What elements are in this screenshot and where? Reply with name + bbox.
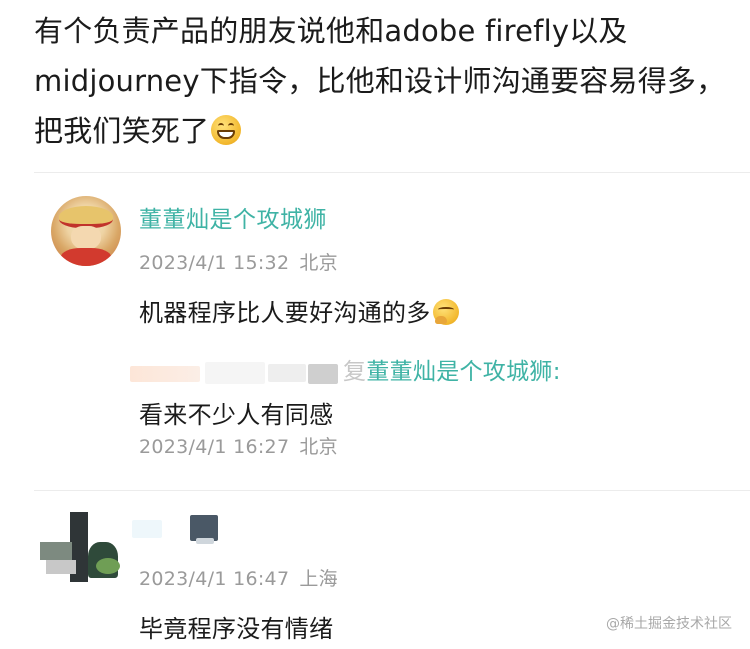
comment-meta: 2023/4/1 15:32 北京	[139, 248, 338, 275]
redacted-username	[130, 366, 200, 382]
watermark: @稀土掘金技术社区	[606, 616, 732, 632]
redacted-username	[132, 520, 162, 538]
redacted-username	[196, 538, 214, 544]
redacted-username	[205, 362, 265, 384]
thinking-icon	[432, 299, 459, 325]
redacted-username	[308, 364, 338, 384]
reply-location: 北京	[299, 436, 338, 458]
comment-text: 机器程序比人要好沟通的多	[139, 293, 459, 328]
reply-target-name[interactable]: 董董灿是个攻城狮:	[366, 359, 560, 385]
redacted-username	[268, 364, 306, 382]
post-body: 有个负责产品的朋友说他和adobe firefly以及midjourney下指令…	[34, 14, 726, 148]
avatar[interactable]	[40, 512, 130, 582]
grin-icon	[211, 115, 242, 145]
comment-date: 2023/4/1 16:47	[139, 568, 290, 590]
comment-date: 2023/4/1 15:32	[139, 252, 290, 274]
comment-text: 毕竟程序没有情绪	[139, 615, 334, 643]
divider	[34, 172, 750, 173]
divider	[34, 490, 750, 491]
comment-location: 上海	[299, 568, 338, 590]
comment-meta: 2023/4/1 16:47 上海	[139, 564, 338, 591]
avatar[interactable]	[51, 196, 121, 266]
reply-meta: 2023/4/1 16:27 北京	[139, 432, 338, 459]
reply-text: 看来不少人有同感	[139, 401, 334, 429]
comment-username[interactable]: 董董灿是个攻城狮	[139, 200, 327, 234]
comment-body: 机器程序比人要好沟通的多	[139, 299, 431, 327]
comment-location: 北京	[299, 252, 338, 274]
reply-target: 复董董灿是个攻城狮:	[343, 352, 561, 386]
reply-prefix: 复	[343, 359, 367, 385]
reply-date: 2023/4/1 16:27	[139, 436, 290, 458]
post-text: 有个负责产品的朋友说他和adobe firefly以及midjourney下指令…	[34, 6, 744, 156]
